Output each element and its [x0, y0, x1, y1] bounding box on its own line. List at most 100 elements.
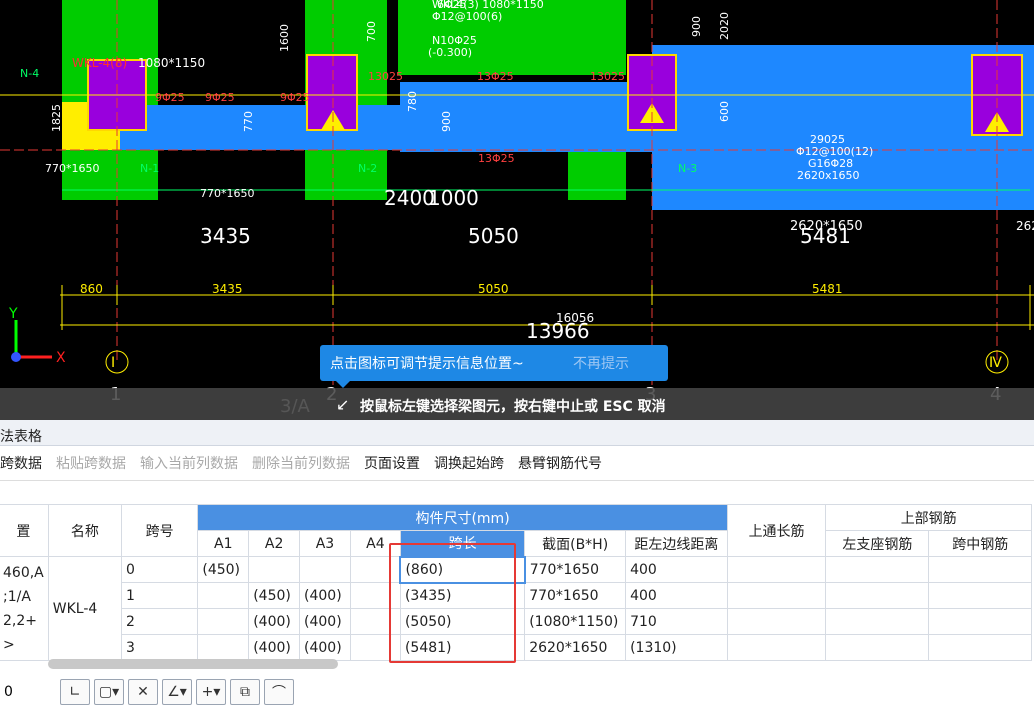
left-dist-cell[interactable]: (1310) — [625, 634, 728, 661]
toolbar-button[interactable]: 跨数据 — [0, 453, 42, 473]
dim-label: 770 — [242, 111, 255, 132]
angle-icon[interactable]: ∠▾ — [162, 679, 192, 705]
bottom-dim: 3435 — [212, 282, 243, 296]
cross-icon[interactable]: ✕ — [128, 679, 158, 705]
a1-cell[interactable] — [197, 582, 250, 609]
a3-cell[interactable]: (400) — [299, 634, 351, 661]
rebar-label: (-0.300) — [428, 46, 472, 59]
span-dim: 5050 — [468, 224, 519, 248]
top-long-cell[interactable] — [726, 556, 827, 583]
span-length-cell[interactable]: (5050) — [399, 608, 526, 635]
dim-label: 600 — [718, 101, 731, 122]
toolbar-button[interactable]: 悬臂钢筋代号 — [518, 453, 602, 473]
toolbar-button[interactable]: 调换起始跨 — [434, 453, 504, 473]
section-cell[interactable]: (1080*1150) — [524, 608, 627, 635]
insert-icon[interactable]: +▾ — [196, 679, 226, 705]
dismiss-tip-button[interactable]: 不再提示 — [573, 353, 668, 373]
position-line: ;1/A — [3, 588, 31, 605]
section-cell[interactable]: 770*1650 — [524, 582, 627, 609]
span-dim: 5481 — [800, 224, 851, 248]
left-support-cell[interactable] — [825, 582, 930, 609]
section-label: 2620*1650 — [1016, 219, 1034, 233]
a3-cell[interactable]: (400) — [299, 608, 351, 635]
bottom-dim: 5050 — [478, 282, 509, 296]
arc-icon[interactable]: ⌒ — [264, 679, 294, 705]
table-row[interactable]: 2 (400) (400) (5050) (1080*1150) 710 — [0, 608, 1032, 635]
mid-span-cell[interactable] — [928, 556, 1032, 583]
col-header-section: 截面(B*H) — [524, 530, 627, 557]
left-dist-cell[interactable]: 710 — [625, 608, 728, 635]
span-no-cell[interactable]: 1 — [120, 582, 199, 609]
horizontal-scrollbar[interactable] — [48, 659, 338, 669]
span-length-cell[interactable]: (860) — [399, 555, 526, 584]
a1-cell[interactable] — [197, 634, 250, 661]
dim-label: 2020 — [718, 12, 731, 40]
a2-cell[interactable] — [248, 556, 301, 583]
copy-icon[interactable]: ⧉ — [230, 679, 260, 705]
a3-cell[interactable]: (400) — [299, 582, 351, 609]
panel-toolbar: 跨数据 粘贴跨数据 输入当前列数据 删除当前列数据 页面设置 调换起始跨 悬臂钢筋代号 — [0, 446, 1034, 481]
a4-cell[interactable] — [349, 608, 401, 635]
total-dim: 13966 — [526, 319, 590, 343]
x-axis-label: X — [56, 350, 66, 366]
toolbar-button[interactable]: 删除当前列数据 — [252, 453, 350, 473]
dim-label: 900 — [440, 111, 453, 132]
span-length-cell[interactable]: (5481) — [399, 634, 526, 661]
col-header-a4: A4 — [349, 530, 401, 557]
green-column[interactable] — [568, 150, 626, 200]
span-no-cell[interactable]: 3 — [120, 634, 199, 661]
span-length-cell[interactable]: (3435) — [399, 582, 526, 609]
span-no-cell[interactable]: 2 — [120, 608, 199, 635]
section-cell[interactable]: 770*1650 — [524, 556, 627, 583]
top-long-cell[interactable] — [726, 634, 827, 661]
col-header-mid-span: 跨中钢筋 — [928, 530, 1032, 557]
col-header-position: 置 — [0, 504, 49, 557]
beam-name-cell[interactable]: WKL-4 — [47, 556, 122, 661]
left-support-cell[interactable] — [825, 634, 930, 661]
col-header-span-length: 跨长 — [399, 530, 526, 557]
position-line: > — [3, 636, 15, 653]
cad-canvas[interactable]: WKL-4(8) 1080*1150 N-4 N-1 N-2 N-3 770*1650 770… — [0, 0, 1034, 420]
bottom-dim: 5481 — [812, 282, 843, 296]
span-no-cell[interactable]: 0 — [120, 556, 199, 583]
a2-cell[interactable]: (450) — [248, 582, 301, 609]
col-header-top-rebar: 上部钢筋 — [825, 504, 1032, 531]
beam-id-label: N-1 — [140, 162, 159, 175]
mid-span-cell[interactable] — [928, 582, 1032, 609]
table-row[interactable]: 460,A ;1/A 2,2+ > WKL-4 0 (450) (860) 770*165… — [0, 555, 1032, 661]
top-long-cell[interactable] — [726, 582, 827, 609]
a1-cell[interactable]: (450) — [197, 556, 250, 583]
table-row[interactable]: 3 (400) (400) (5481) 2620*1650 (1310) — [0, 634, 1032, 661]
a2-cell[interactable]: (400) — [248, 634, 301, 661]
a3-cell[interactable] — [299, 556, 351, 583]
panel-title: 法表格 — [0, 420, 1034, 446]
a4-cell[interactable] — [349, 582, 401, 609]
table-row[interactable]: 1 (450) (400) (3435) 770*1650 400 — [0, 582, 1032, 609]
toolbar-button[interactable]: 页面设置 — [364, 453, 420, 473]
bottom-toolbar: 0 ∟ ▢▾ ✕ ∠▾ +▾ ⧉ ⌒ — [0, 675, 1034, 709]
shrink-arrows-icon[interactable]: ↙ — [336, 395, 349, 414]
left-dist-cell[interactable]: 400 — [625, 582, 728, 609]
corner-icon[interactable]: ∟ — [60, 679, 90, 705]
left-support-cell[interactable] — [825, 556, 930, 583]
tip-bubble[interactable]: 点击图标可调节提示信息位置~ 不再提示 — [320, 345, 668, 388]
section-cell[interactable]: 2620*1650 — [524, 634, 627, 661]
top-long-cell[interactable] — [726, 608, 827, 635]
rect-select-icon[interactable]: ▢▾ — [94, 679, 124, 705]
mid-span-cell[interactable] — [928, 634, 1032, 661]
toolbar-button[interactable]: 粘贴跨数据 — [56, 453, 126, 473]
toolbar-button[interactable]: 输入当前列数据 — [140, 453, 238, 473]
col-header-component-size: 构件尺寸(mm) — [197, 504, 728, 531]
left-dist-cell[interactable]: 400 — [625, 556, 728, 583]
col-header-a3: A3 — [299, 530, 351, 557]
left-support-cell[interactable] — [825, 608, 930, 635]
axis-circle-label: Ⅰ — [111, 355, 115, 371]
position-cell[interactable]: 460,A ;1/A 2,2+ > — [0, 556, 49, 661]
a4-cell[interactable] — [349, 556, 401, 583]
a4-cell[interactable] — [349, 634, 401, 661]
mid-span-cell[interactable] — [928, 608, 1032, 635]
a2-cell[interactable]: (400) — [248, 608, 301, 635]
y-axis-label: Y — [8, 306, 18, 322]
rebar-dim: 13025 — [590, 70, 625, 83]
a1-cell[interactable] — [197, 608, 250, 635]
